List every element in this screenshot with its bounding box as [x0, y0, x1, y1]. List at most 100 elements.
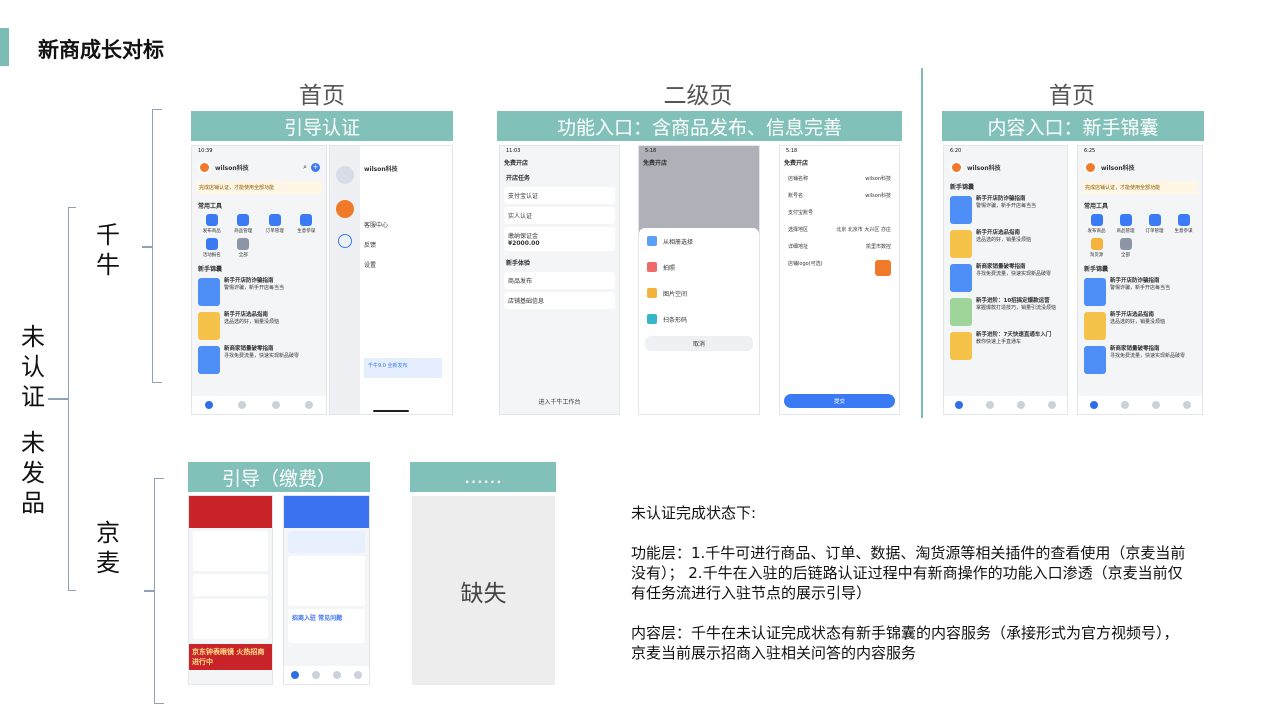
guide-item[interactable]: 新手开店选品指南 选品选的好，销量没烦恼	[1078, 309, 1202, 343]
tool-publish[interactable]: 发布商品	[198, 214, 226, 234]
guide-thumbnail	[950, 298, 972, 326]
column-head-home-2: 首页	[1049, 83, 1095, 109]
jd-header	[284, 496, 369, 528]
guide-item[interactable]: 新商家销量破零指南 寻找免费流量，快速实现新品破零	[192, 343, 326, 377]
tools-title: 常用工具	[198, 203, 223, 210]
task-item[interactable]: 支付宝认证	[504, 187, 615, 204]
task-item[interactable]: 缴纳保证金 ¥2000.00	[504, 227, 615, 251]
form-field[interactable]: 账号名 wilson科技	[784, 188, 895, 203]
shop-name[interactable]: wilson科技	[967, 163, 1001, 172]
tool-publish[interactable]: 发布商品	[1084, 214, 1109, 234]
tab-home-icon[interactable]	[290, 671, 299, 679]
screenshot-content-b: 6:25 wilson科技 完成店铺认证，才能使用全部功能 常用工具 发布商品 …	[1077, 145, 1203, 415]
form-field-logo[interactable]: 店铺logo(可选)	[784, 256, 895, 280]
jd-promo-banner[interactable]: 京东钟表眼镜 火热招商进行中	[189, 644, 272, 670]
tab-chat-icon[interactable]	[1151, 401, 1160, 409]
tab-chat-icon[interactable]	[271, 401, 280, 409]
tools-grid: 发布商品 商品管理 订单管理 生意参谋 活动报名 全部	[192, 212, 326, 260]
menu-item-service[interactable]: 客服中心	[364, 216, 446, 236]
brace-outer-tick	[48, 398, 68, 400]
shop-avatar[interactable]	[1084, 160, 1097, 174]
search-icon[interactable]: ⌕	[303, 163, 307, 172]
tab-home-icon[interactable]	[204, 401, 213, 409]
shop-avatar[interactable]	[336, 200, 354, 218]
tab-profile-icon[interactable]	[1182, 401, 1191, 409]
auth-warning[interactable]: 完成店铺认证，才能使用全部功能	[1082, 181, 1198, 194]
menu-banner[interactable]: 千牛9.0 全新发布	[364, 358, 442, 378]
tab-chat-icon[interactable]	[333, 671, 342, 679]
auth-warning[interactable]: 完成店铺认证，才能使用全部功能	[196, 181, 322, 194]
guide-item[interactable]: 新商家销量破零指南 寻找免费流量，快速实现新品破零	[944, 261, 1067, 295]
guide-item[interactable]: 新手开店防诈骗指南 警惕诈骗，新手开店每当当	[944, 193, 1067, 227]
tab-message-icon[interactable]	[238, 401, 247, 409]
tab-profile-icon[interactable]	[354, 671, 363, 679]
shop-name[interactable]: wilson科技	[1101, 163, 1135, 172]
enter-workbench-button[interactable]: 进入千牛工作台	[500, 397, 619, 406]
tool-sourcing[interactable]: 淘货源	[1084, 238, 1109, 258]
shop-avatar[interactable]	[198, 160, 211, 174]
menu-item-feedback[interactable]: 反馈	[364, 236, 446, 256]
grid-icon	[237, 238, 250, 250]
add-account-icon[interactable]	[338, 234, 352, 248]
tool-all[interactable]: 全部	[1113, 238, 1138, 258]
form-field[interactable]: 详细地址 凯里市数控	[784, 239, 895, 254]
guide-thumbnail	[950, 230, 972, 258]
option-image-space[interactable]: 图片空间	[639, 280, 759, 306]
grid-icon	[1119, 238, 1132, 250]
option-barcode[interactable]: 扫条形码	[639, 306, 759, 332]
tool-goods[interactable]: 商品管理	[230, 214, 258, 234]
screenshot-qianniu-home: 10:39 wilson科技 ⌕ + 完成店铺认证，才能使用全部功能 常用工具 …	[191, 145, 327, 415]
account-icon[interactable]	[336, 166, 354, 184]
tool-orders[interactable]: 订单管理	[1142, 214, 1167, 234]
tab-message-icon[interactable]	[986, 401, 995, 409]
tool-analytics[interactable]: 生意参谋	[293, 214, 321, 234]
guide-item[interactable]: 新手进阶：7天快速直通车入门 教你快速上手直通车	[944, 329, 1067, 363]
tool-all[interactable]: 全部	[230, 238, 258, 258]
guide-thumbnail	[198, 312, 220, 340]
tool-orders[interactable]: 订单管理	[261, 214, 289, 234]
publish-icon	[1090, 214, 1103, 226]
guide-item[interactable]: 新手开店防诈骗指南 警惕诈骗，新手开店每当当	[192, 275, 326, 309]
menu-shop-name[interactable]: wilson科技	[364, 164, 398, 173]
form-field[interactable]: 支付宝账号	[784, 205, 895, 220]
shop-name[interactable]: wilson科技	[215, 163, 249, 172]
jd-quick-entry[interactable]	[193, 531, 268, 571]
form-field[interactable]: 选择地区 北京 北京市 大兴区 亦庄	[784, 222, 895, 237]
tool-analytics[interactable]: 生意参谋	[1171, 214, 1196, 234]
option-album[interactable]: 从相册选择	[639, 228, 759, 254]
guide-item[interactable]: 新商家销量破零指南 寻找免费流量，快速实现新品破零	[1078, 343, 1202, 377]
newbie-item[interactable]: 店铺基础信息	[504, 292, 615, 309]
tab-profile-icon[interactable]	[305, 401, 314, 409]
tab-home-icon[interactable]	[955, 401, 964, 409]
tab-profile-icon[interactable]	[1047, 401, 1056, 409]
tab-home-icon[interactable]	[1089, 401, 1098, 409]
guide-item[interactable]: 新手开店选品指南 选品选的好，销量没烦恼	[944, 227, 1067, 261]
tool-events[interactable]: 活动报名	[198, 238, 226, 258]
tab-message-icon[interactable]	[311, 671, 320, 679]
option-camera[interactable]: 拍照	[639, 254, 759, 280]
label-unverified-unpublished: 未 认 证 未 发 品	[21, 323, 45, 517]
add-icon[interactable]: +	[311, 162, 320, 172]
column-head-secondary: 二级页	[663, 83, 733, 109]
guide-item[interactable]: 新手开店选品指南 选品选的好，销量没烦恼	[192, 309, 326, 343]
tab-bar	[192, 396, 326, 414]
task-item[interactable]: 实人认证	[504, 207, 615, 224]
form-field[interactable]: 店铺名称 wilson科技	[784, 171, 895, 186]
jd-task-card[interactable]	[288, 531, 365, 553]
tab-chat-icon[interactable]	[1016, 401, 1025, 409]
column-head-home-1: 首页	[299, 83, 345, 109]
guide-item[interactable]: 新手进阶：10招搞定爆款运营 掌握爆款打造技巧，销量引流没烦恼	[944, 295, 1067, 329]
newbie-item[interactable]: 商品发布	[504, 272, 615, 289]
brace-jingmai-tick	[144, 590, 154, 592]
guide-item[interactable]: 新手开店防诈骗指南 警惕诈骗，新手开店每当当	[1078, 275, 1202, 309]
cancel-button[interactable]: 取消	[645, 336, 753, 351]
submit-button[interactable]: 提交	[784, 394, 895, 408]
page-title: 免费开店	[784, 160, 809, 167]
jd-faq-banner[interactable]: 招商入驻 常见问题	[288, 609, 365, 643]
shop-avatar[interactable]	[950, 160, 963, 174]
jd-card[interactable]	[193, 574, 268, 596]
menu-item-settings[interactable]: 设置	[364, 256, 446, 276]
home-indicator	[372, 410, 410, 412]
tool-goods[interactable]: 商品管理	[1113, 214, 1138, 234]
tab-message-icon[interactable]	[1120, 401, 1129, 409]
